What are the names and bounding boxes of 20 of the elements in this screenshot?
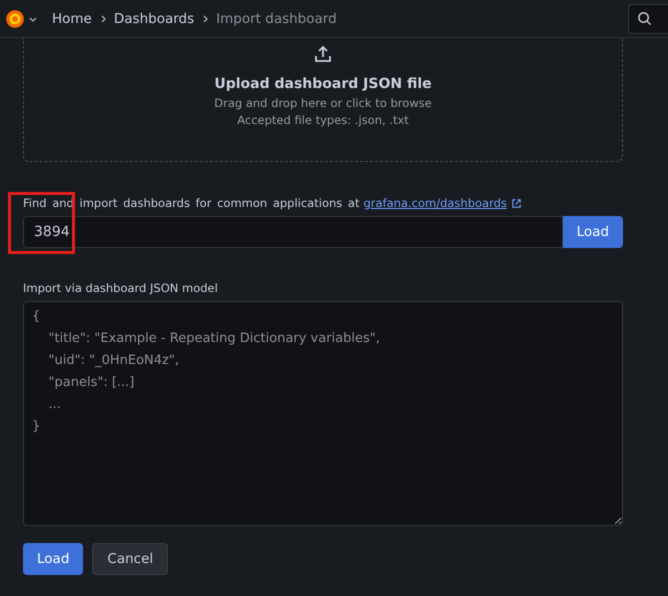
json-model-textarea[interactable]: { "title": "Example - Repeating Dictionary variables", "uid": "_0HnEoN4z", "panels": [...] ... } <box>23 301 623 526</box>
upload-dropzone[interactable]: Upload dashboard JSON file Drag and drop here or click to browse Accepted file types: .json, .txt <box>23 38 623 162</box>
breadcrumb-item[interactable]: Home <box>52 10 92 26</box>
logo-icon[interactable] <box>4 8 26 30</box>
dashboard-id-input[interactable]: 3894 <box>23 216 563 248</box>
search-field[interactable] <box>628 4 668 34</box>
accepted-types-text: Accepted file types: .json, .txt <box>237 113 409 127</box>
breadcrumb-item: Import dashboard <box>216 10 337 26</box>
upload-title: Upload dashboard JSON file <box>214 76 432 92</box>
search-icon <box>637 11 652 26</box>
load-button[interactable]: Load <box>562 216 623 248</box>
highlight-frame <box>8 192 75 254</box>
load-button[interactable]: Load <box>23 543 84 575</box>
json-model-label: Import via dashboard JSON model <box>23 281 219 295</box>
cancel-button[interactable]: Cancel <box>92 543 168 575</box>
upload-icon <box>313 44 333 64</box>
upload-hint: Drag and drop here or click to browse <box>214 96 432 110</box>
grafana-dashboards-link[interactable]: grafana.com/dashboards <box>363 196 507 210</box>
breadcrumb-item[interactable]: Dashboards <box>114 10 194 26</box>
external-link-icon <box>510 198 522 208</box>
